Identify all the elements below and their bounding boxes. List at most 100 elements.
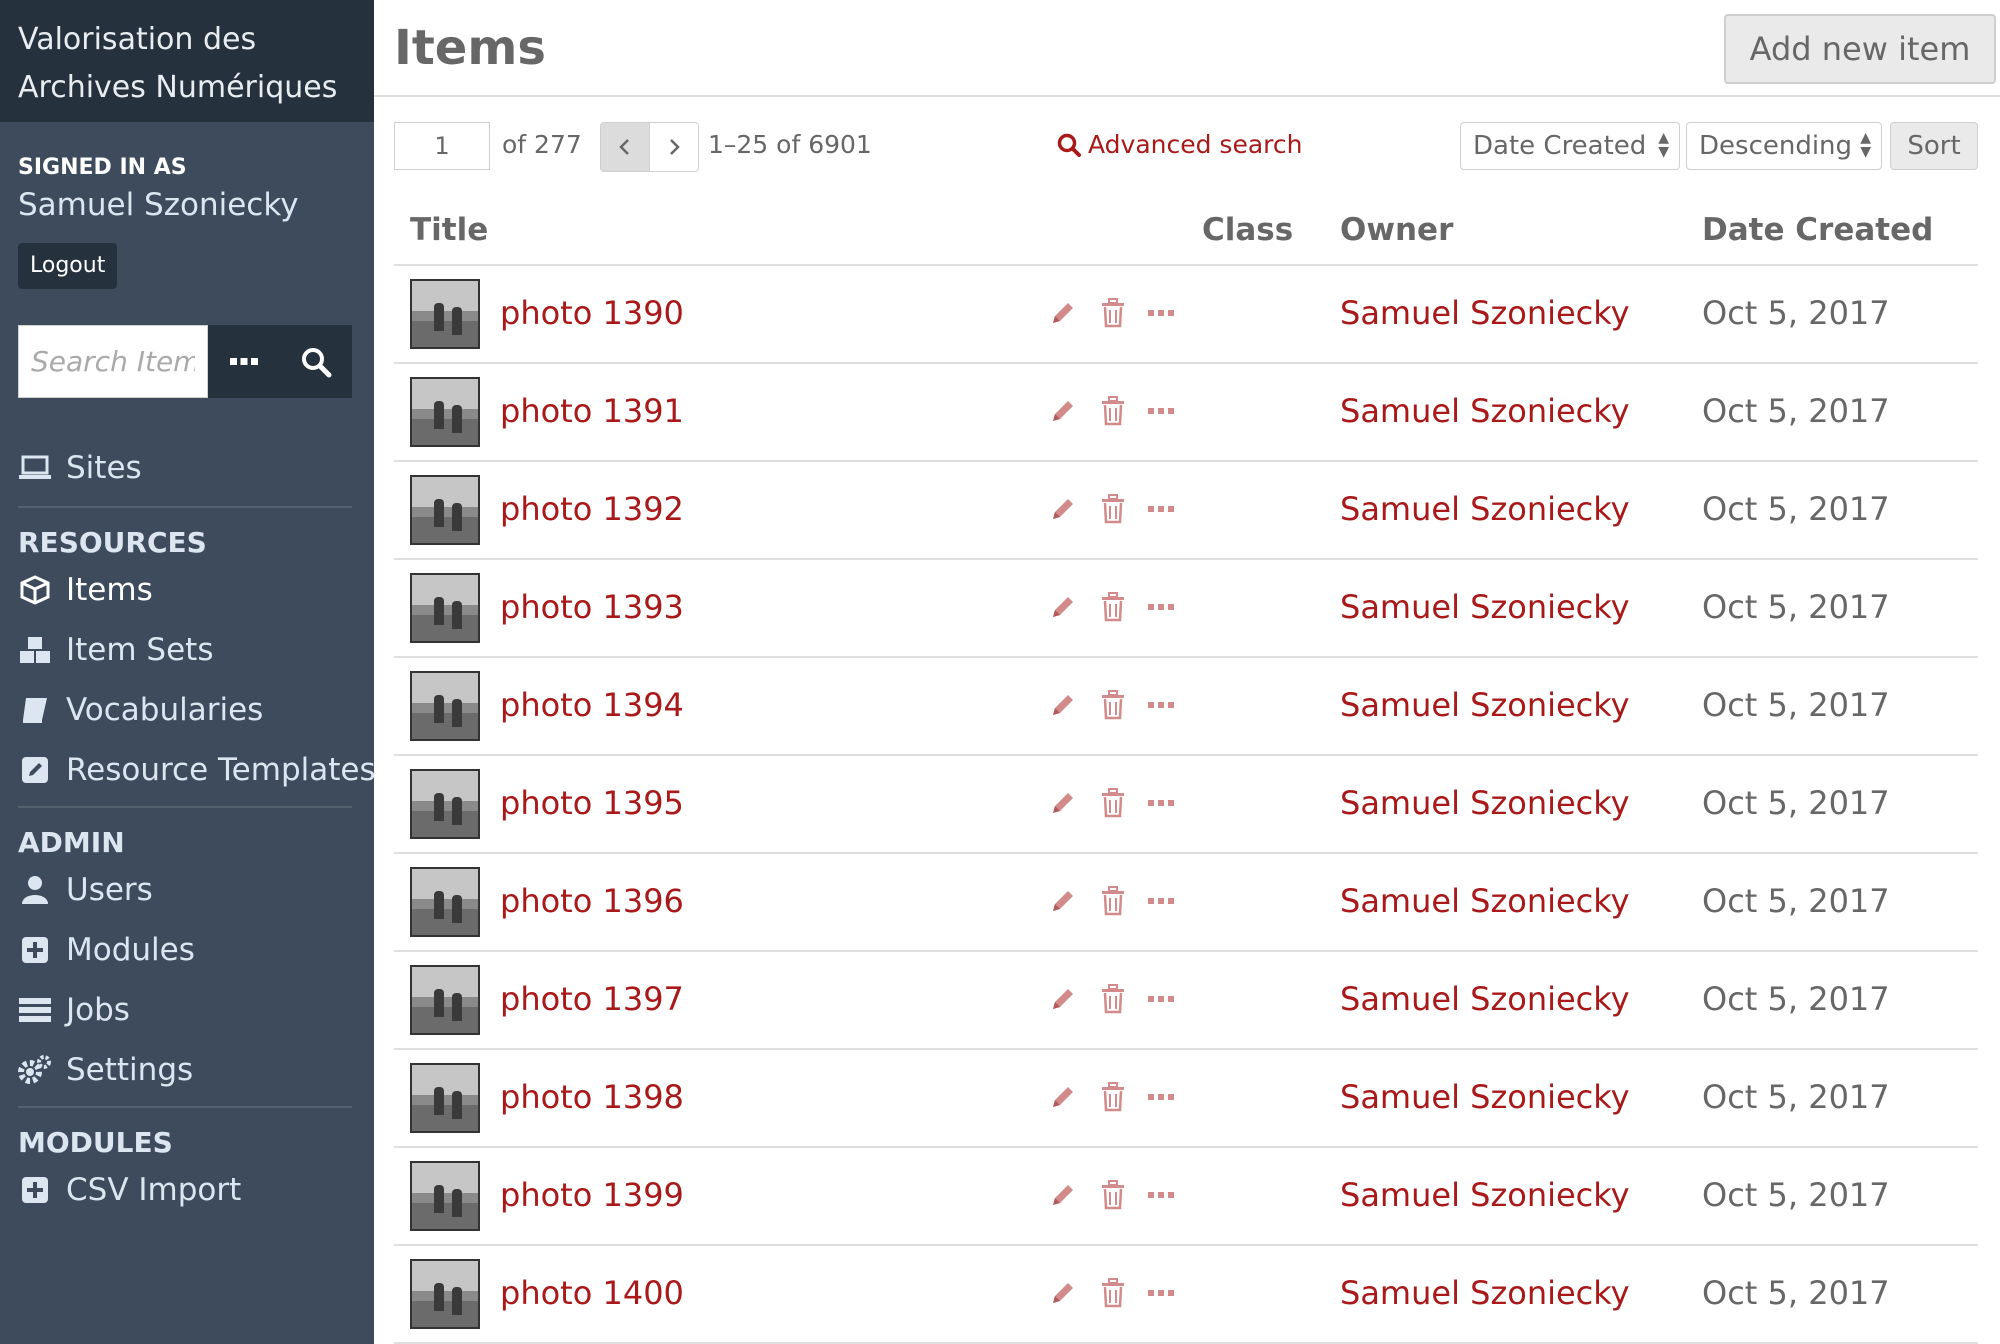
delete-icon[interactable] — [1096, 1276, 1130, 1310]
more-actions-icon[interactable] — [1144, 1276, 1178, 1310]
sort-order-select[interactable]: Descending ▲ ▼ — [1686, 122, 1882, 170]
more-actions-icon[interactable] — [1144, 786, 1178, 820]
delete-icon[interactable] — [1096, 492, 1130, 526]
sidebar-item-csv-import[interactable]: CSV Import — [18, 1172, 241, 1208]
item-thumbnail[interactable] — [410, 279, 480, 349]
thumbnail-figure — [452, 307, 462, 335]
edit-icon[interactable] — [1046, 1080, 1080, 1114]
more-actions-icon[interactable] — [1144, 394, 1178, 428]
date-created: Oct 5, 2017 — [1702, 1274, 1890, 1312]
item-thumbnail[interactable] — [410, 377, 480, 447]
item-thumbnail[interactable] — [410, 671, 480, 741]
sidebar-item-users[interactable]: Users — [18, 872, 153, 908]
more-actions-icon[interactable] — [1144, 982, 1178, 1016]
sort-button[interactable]: Sort — [1890, 122, 1978, 170]
previous-page-button[interactable] — [601, 123, 650, 171]
more-actions-icon[interactable] — [1144, 688, 1178, 722]
cogs-icon — [18, 1053, 52, 1087]
edit-icon[interactable] — [1046, 1178, 1080, 1212]
owner-link[interactable]: Samuel Szoniecky — [1340, 784, 1630, 822]
edit-icon[interactable] — [1046, 1276, 1080, 1310]
owner-link[interactable]: Samuel Szoniecky — [1340, 1176, 1630, 1214]
site-brand[interactable]: Valorisation des Archives Numériques — [0, 0, 374, 122]
item-title-link[interactable]: photo 1397 — [500, 980, 684, 1018]
more-actions-icon[interactable] — [1144, 1080, 1178, 1114]
edit-icon[interactable] — [1046, 786, 1080, 820]
logout-button[interactable]: Logout — [18, 243, 118, 289]
delete-icon[interactable] — [1096, 394, 1130, 428]
sidebar-item-resource-templates[interactable]: Resource Templates — [18, 752, 376, 788]
item-thumbnail[interactable] — [410, 867, 480, 937]
item-title-link[interactable]: photo 1396 — [500, 882, 684, 920]
add-new-item-button[interactable]: Add new item — [1724, 14, 1996, 84]
more-actions-icon[interactable] — [1144, 492, 1178, 526]
owner-link[interactable]: Samuel Szoniecky — [1340, 294, 1630, 332]
item-thumbnail[interactable] — [410, 769, 480, 839]
sidebar-item-modules[interactable]: Modules — [18, 932, 195, 968]
item-title-link[interactable]: photo 1391 — [500, 392, 684, 430]
item-thumbnail[interactable] — [410, 965, 480, 1035]
owner-link[interactable]: Samuel Szoniecky — [1340, 392, 1630, 430]
delete-icon[interactable] — [1096, 1178, 1130, 1212]
owner-link[interactable]: Samuel Szoniecky — [1340, 588, 1630, 626]
more-actions-icon[interactable] — [1144, 590, 1178, 624]
more-actions-icon[interactable] — [1144, 296, 1178, 330]
item-title-link[interactable]: photo 1400 — [500, 1274, 684, 1312]
owner-link[interactable]: Samuel Szoniecky — [1340, 980, 1630, 1018]
more-actions-icon[interactable] — [1144, 1178, 1178, 1212]
owner-link[interactable]: Samuel Szoniecky — [1340, 1274, 1630, 1312]
item-title-link[interactable]: photo 1393 — [500, 588, 684, 626]
advanced-search-link[interactable]: Advanced search — [1056, 130, 1302, 159]
more-actions-icon[interactable] — [1144, 884, 1178, 918]
table-body: photo 1390 Samuel Szoniecky Oct 5, 2017 … — [394, 266, 1978, 1344]
item-title-link[interactable]: photo 1394 — [500, 686, 684, 724]
sort-by-select[interactable]: Date Created ▲ ▼ — [1460, 122, 1680, 170]
item-thumbnail[interactable] — [410, 475, 480, 545]
sidebar-item-sites[interactable]: Sites — [18, 450, 142, 486]
edit-icon[interactable] — [1046, 394, 1080, 428]
date-created: Oct 5, 2017 — [1702, 588, 1890, 626]
edit-icon[interactable] — [1046, 296, 1080, 330]
edit-icon[interactable] — [1046, 590, 1080, 624]
item-title-link[interactable]: photo 1398 — [500, 1078, 684, 1116]
edit-icon[interactable] — [1046, 982, 1080, 1016]
item-title-link[interactable]: photo 1395 — [500, 784, 684, 822]
search-options-button[interactable] — [208, 325, 280, 398]
owner-link[interactable]: Samuel Szoniecky — [1340, 490, 1630, 528]
sidebar-item-items[interactable]: Items — [18, 572, 153, 608]
item-thumbnail[interactable] — [410, 573, 480, 643]
delete-icon[interactable] — [1096, 786, 1130, 820]
sidebar-item-item-sets[interactable]: Item Sets — [18, 632, 213, 668]
owner-link[interactable]: Samuel Szoniecky — [1340, 686, 1630, 724]
item-title-link[interactable]: photo 1399 — [500, 1176, 684, 1214]
item-title-link[interactable]: photo 1392 — [500, 490, 684, 528]
edit-icon[interactable] — [1046, 492, 1080, 526]
edit-icon[interactable] — [1046, 688, 1080, 722]
delete-icon[interactable] — [1096, 296, 1130, 330]
item-title-link[interactable]: photo 1390 — [500, 294, 684, 332]
sidebar-item-jobs[interactable]: Jobs — [18, 992, 130, 1028]
page-number-input[interactable] — [394, 122, 490, 170]
search-submit-button[interactable] — [280, 325, 352, 398]
item-thumbnail[interactable] — [410, 1161, 480, 1231]
delete-icon[interactable] — [1096, 590, 1130, 624]
search-input[interactable] — [18, 325, 208, 398]
delete-icon[interactable] — [1096, 982, 1130, 1016]
sidebar-item-label: Item Sets — [66, 632, 214, 668]
admin-heading: ADMIN — [18, 826, 125, 859]
delete-icon[interactable] — [1096, 1080, 1130, 1114]
current-user-name[interactable]: Samuel Szoniecky — [18, 187, 299, 223]
edit-icon[interactable] — [1046, 884, 1080, 918]
thumbnail-figure — [452, 601, 462, 629]
sidebar-item-vocabularies[interactable]: Vocabularies — [18, 692, 263, 728]
delete-icon[interactable] — [1096, 884, 1130, 918]
item-thumbnail[interactable] — [410, 1259, 480, 1329]
delete-icon[interactable] — [1096, 688, 1130, 722]
thumbnail-figure — [434, 1185, 444, 1213]
thumbnail-sky — [412, 1163, 478, 1193]
next-page-button[interactable] — [650, 123, 698, 171]
owner-link[interactable]: Samuel Szoniecky — [1340, 1078, 1630, 1116]
sidebar-item-settings[interactable]: Settings — [18, 1052, 193, 1088]
owner-link[interactable]: Samuel Szoniecky — [1340, 882, 1630, 920]
item-thumbnail[interactable] — [410, 1063, 480, 1133]
